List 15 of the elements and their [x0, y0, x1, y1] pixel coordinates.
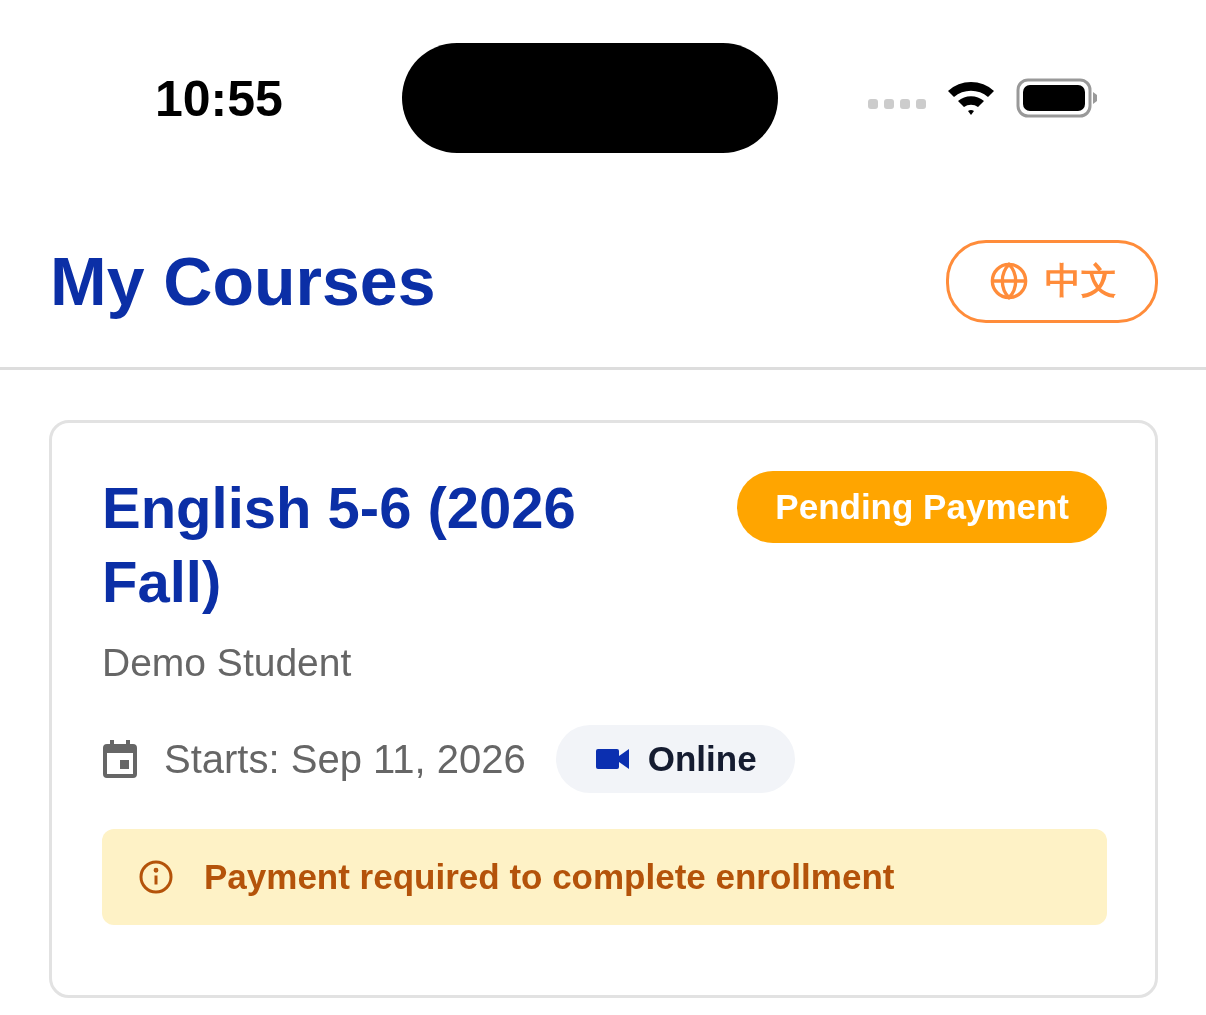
status-time: 10:55	[155, 69, 283, 128]
calendar-icon	[102, 740, 138, 778]
student-name: Demo Student	[102, 641, 353, 685]
globe-icon	[989, 261, 1029, 301]
page-title: My Courses	[50, 242, 436, 320]
video-camera-icon	[595, 747, 630, 771]
battery-icon	[1016, 77, 1098, 118]
start-date: Starts: Sep 11, 2026	[164, 736, 526, 782]
mode-label: Online	[647, 739, 757, 779]
course-title: English 5-6 (2026 Fall)	[102, 474, 577, 616]
signal-icon	[868, 98, 926, 109]
info-icon	[138, 859, 174, 895]
course-card[interactable]: English 5-6 (2026 Fall) Pending Payment Demo Student Starts: Sep 11, 2026 Online Payment required to complete enrollment	[49, 420, 1158, 998]
status-badge: Pending Payment	[737, 471, 1107, 543]
notice-text: Payment required to complete enrollment	[204, 857, 895, 897]
